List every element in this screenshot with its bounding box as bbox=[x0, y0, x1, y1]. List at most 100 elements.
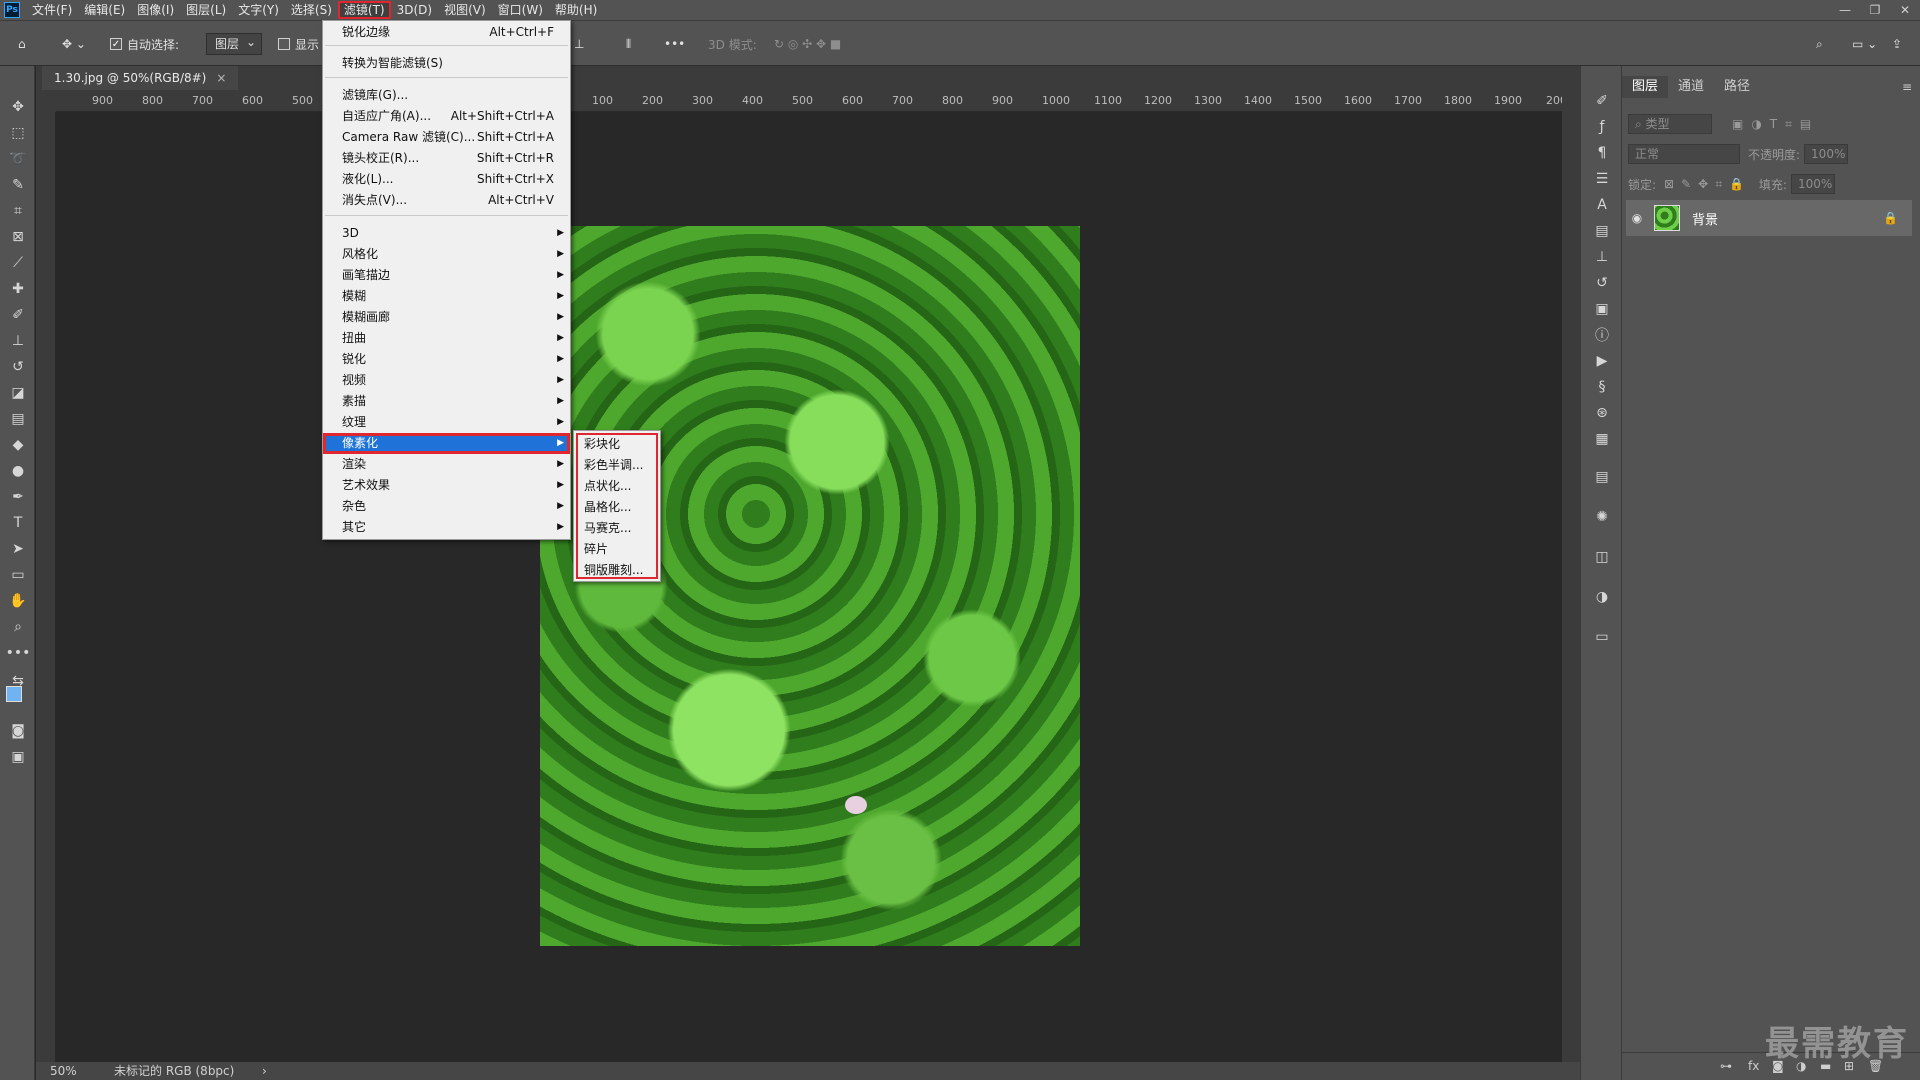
brush-settings-icon[interactable]: ✐ bbox=[1591, 90, 1613, 112]
menu-help[interactable]: 帮助(H) bbox=[549, 1, 603, 19]
menu-filter[interactable]: 滤镜(T) bbox=[337, 1, 391, 19]
menu-item-artistic[interactable]: 艺术效果 ▶ bbox=[323, 475, 570, 496]
lasso-tool-icon[interactable]: ➰ bbox=[6, 148, 30, 170]
zoom-tool-icon[interactable]: ⌕ bbox=[6, 616, 30, 638]
menu-item-sketch[interactable]: 素描 ▶ bbox=[323, 391, 570, 412]
vertical-ruler[interactable] bbox=[36, 112, 56, 1062]
menu-item-blur[interactable]: 模糊 ▶ bbox=[323, 286, 570, 307]
workspace-icon[interactable]: ▭ ⌄ bbox=[1852, 33, 1877, 55]
minimize-button[interactable]: — bbox=[1830, 0, 1860, 20]
menu-file[interactable]: 文件(F) bbox=[26, 1, 78, 19]
path-select-icon[interactable]: ➤ bbox=[6, 538, 30, 560]
submenu-item-color-halftone[interactable]: 彩色半调... bbox=[584, 455, 643, 476]
swatches-icon[interactable]: § bbox=[1591, 376, 1613, 398]
notes-icon[interactable]: ▤ bbox=[1591, 466, 1613, 488]
marquee-tool-icon[interactable]: ⬚ bbox=[6, 122, 30, 144]
blend-mode-dropdown[interactable]: 正常 bbox=[1628, 144, 1740, 164]
menu-item-adaptive-wide-angle[interactable]: 自适应广角(A)... Alt+Shift+Ctrl+A bbox=[323, 106, 570, 127]
adjustment-circle-icon[interactable]: ◑ bbox=[1591, 586, 1613, 608]
info-icon[interactable]: ⓘ bbox=[1591, 324, 1613, 346]
status-menu-arrow-icon[interactable]: › bbox=[262, 1062, 267, 1080]
eraser-icon[interactable]: ◪ bbox=[6, 382, 30, 404]
history-brush-icon[interactable]: ↺ bbox=[6, 356, 30, 378]
link-layers-icon[interactable]: ⊶ bbox=[1720, 1059, 1732, 1073]
eye-icon[interactable]: ◉ bbox=[1626, 211, 1648, 225]
paragraph-icon[interactable]: ¶ bbox=[1591, 142, 1613, 164]
more-options-icon[interactable]: ••• bbox=[664, 33, 685, 55]
auto-select-checkbox[interactable]: ✓ 自动选择: bbox=[110, 33, 179, 55]
clone-source-icon[interactable]: ⊥ bbox=[1591, 246, 1613, 268]
gradient-icon[interactable]: ▤ bbox=[6, 408, 30, 430]
home-icon[interactable]: ⌂ bbox=[18, 33, 26, 55]
menu-item-stylize[interactable]: 风格化 ▶ bbox=[323, 244, 570, 265]
menu-item-3d[interactable]: 3D ▶ bbox=[323, 223, 570, 244]
tab-layers[interactable]: 图层 bbox=[1622, 76, 1669, 98]
submenu-item-pointillize[interactable]: 点状化... bbox=[584, 476, 631, 497]
menu-item-liquify[interactable]: 液化(L)... Shift+Ctrl+X bbox=[323, 169, 570, 190]
menu-image[interactable]: 图像(I) bbox=[131, 1, 180, 19]
dodge-tool-icon[interactable]: ● bbox=[6, 460, 30, 482]
align-bottom-icon[interactable]: ⊥ bbox=[574, 33, 584, 55]
show-transform-checkbox[interactable]: 显示 bbox=[278, 33, 319, 55]
submenu-item-fragment[interactable]: 碎片 bbox=[584, 539, 608, 560]
auto-select-target-dropdown[interactable]: 图层 bbox=[206, 32, 263, 55]
menu-item-sharpen-edges[interactable]: 锐化边缘 Alt+Ctrl+F bbox=[323, 22, 570, 43]
rectangle-tool-icon[interactable]: ▭ bbox=[6, 564, 30, 586]
menu-item-convert-smart-filters[interactable]: 转换为智能滤镜(S) bbox=[323, 53, 570, 74]
fx-icon[interactable]: fx bbox=[1748, 1059, 1759, 1073]
zoom-level[interactable]: 50% bbox=[50, 1062, 77, 1080]
menu-item-camera-raw[interactable]: Camera Raw 滤镜(C)... Shift+Ctrl+A bbox=[323, 127, 570, 148]
menu-3d[interactable]: 3D(D) bbox=[391, 1, 438, 19]
quick-select-icon[interactable]: ✎ bbox=[6, 174, 30, 196]
history-icon[interactable]: ↺ bbox=[1591, 272, 1613, 294]
frame-tool-icon[interactable]: ⊠ bbox=[6, 226, 30, 248]
3d-panel-icon[interactable]: ⊛ bbox=[1591, 402, 1613, 424]
menu-item-blur-gallery[interactable]: 模糊画廊 ▶ bbox=[323, 307, 570, 328]
menu-item-render[interactable]: 渲染 ▶ bbox=[323, 454, 570, 475]
menu-item-vanishing-point[interactable]: 消失点(V)... Alt+Ctrl+V bbox=[323, 190, 570, 211]
more-tools-icon[interactable]: ••• bbox=[6, 642, 31, 664]
submenu-item-facet[interactable]: 彩块化 bbox=[584, 434, 620, 455]
menu-item-pixelate[interactable]: 像素化 ▶ bbox=[323, 433, 570, 454]
menu-item-lens-correction[interactable]: 镜头校正(R)... Shift+Ctrl+R bbox=[323, 148, 570, 169]
pen-tool-icon[interactable]: ✒ bbox=[6, 486, 30, 508]
tab-channels[interactable]: 通道 bbox=[1668, 76, 1714, 98]
screen-mode-icon[interactable]: ▣ bbox=[6, 746, 30, 768]
blur-tool-icon[interactable]: ◆ bbox=[6, 434, 30, 456]
panel-menu-icon[interactable]: ≡ bbox=[1902, 80, 1912, 94]
search-icon[interactable]: ⌕ bbox=[1816, 33, 1823, 55]
menu-view[interactable]: 视图(V) bbox=[438, 1, 492, 19]
menu-item-sharpen[interactable]: 锐化 ▶ bbox=[323, 349, 570, 370]
menu-type[interactable]: 文字(Y) bbox=[232, 1, 285, 19]
menu-select[interactable]: 选择(S) bbox=[285, 1, 338, 19]
share-icon[interactable]: ⇪ bbox=[1892, 33, 1902, 55]
libraries-icon[interactable]: ▤ bbox=[1591, 220, 1613, 242]
distribute-icon[interactable]: ⫴ bbox=[626, 33, 631, 55]
menu-item-brush-strokes[interactable]: 画笔描边 ▶ bbox=[323, 265, 570, 286]
restore-button[interactable]: ❐ bbox=[1860, 0, 1890, 20]
brush-tool-icon[interactable]: ✐ bbox=[6, 304, 30, 326]
crop-tool-icon[interactable]: ⌗ bbox=[6, 200, 30, 222]
healing-brush-icon[interactable]: ✚ bbox=[6, 278, 30, 300]
menu-item-video[interactable]: 视频 ▶ bbox=[323, 370, 570, 391]
fill-input[interactable]: 100% bbox=[1790, 174, 1835, 194]
color-icon[interactable]: ✺ bbox=[1591, 506, 1613, 528]
type-tool-icon[interactable]: T bbox=[6, 512, 30, 534]
3d-orbit-icon[interactable]: ↻ ◎ ✣ ✥ ■ bbox=[774, 33, 841, 55]
menu-window[interactable]: 窗口(W) bbox=[492, 1, 549, 19]
tab-paths[interactable]: 路径 bbox=[1714, 76, 1760, 98]
measurement-icon[interactable]: ▦ bbox=[1591, 428, 1613, 450]
lock-icons[interactable]: ⊠✎✥⌗🔒 bbox=[1664, 177, 1751, 192]
move-tool-icon[interactable]: ✥ ⌄ bbox=[62, 33, 86, 55]
menu-layer[interactable]: 图层(L) bbox=[180, 1, 232, 19]
vertical-scrollbar[interactable] bbox=[1562, 90, 1580, 1062]
navigator-icon[interactable]: ◫ bbox=[1591, 546, 1613, 568]
hand-tool-icon[interactable]: ✋ bbox=[6, 590, 30, 612]
menu-item-distort[interactable]: 扭曲 ▶ bbox=[323, 328, 570, 349]
menu-item-texture[interactable]: 纹理 ▶ bbox=[323, 412, 570, 433]
menu-item-other[interactable]: 其它 ▶ bbox=[323, 517, 570, 538]
horizontal-ruler[interactable]: 900 800 700 600 500 100 200 300 400 500 600 700 800 9… bbox=[56, 90, 1562, 112]
foreground-color-swatch[interactable] bbox=[6, 686, 22, 702]
quick-mask-icon[interactable]: ◙ bbox=[6, 720, 30, 742]
layer-row-background[interactable]: ◉ 背景 🔒 bbox=[1626, 200, 1912, 236]
